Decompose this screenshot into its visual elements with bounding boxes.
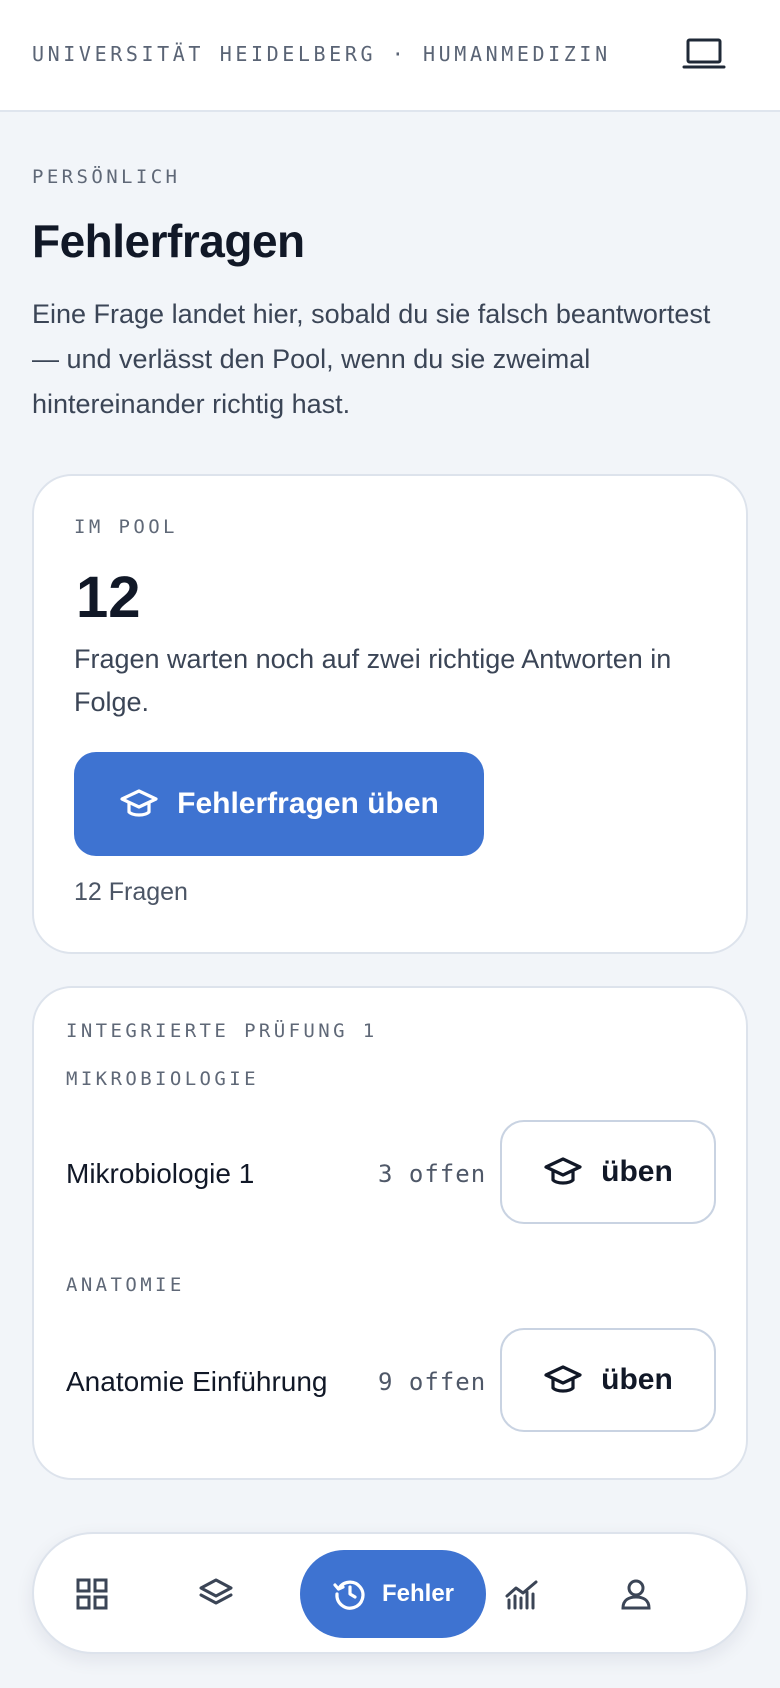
practice-mistakes-button[interactable]: Fehlerfragen üben [74,752,484,856]
nav-layers[interactable] [184,1562,248,1626]
pool-count: 12 [76,565,141,630]
practice-topic-button[interactable]: üben [500,1328,716,1432]
subject-heading-anatomie: ANATOMIE [66,1274,185,1296]
graduation-cap-icon [120,789,158,817]
exam-label: INTEGRIERTE PRÜFUNG 1 [66,1020,378,1042]
graduation-cap-icon [544,1365,582,1393]
pool-description: Fragen warten noch auf zwei richtige Ant… [74,644,672,717]
page-eyebrow: PERSÖNLICH [32,166,181,188]
app-brand: UNIVERSITÄT HEIDELBERG · HUMANMEDIZIN [32,42,611,66]
bottom-nav: Fehler [32,1532,748,1654]
nav-statistics[interactable] [490,1562,554,1626]
graduation-cap-icon [544,1157,582,1185]
nav-profile[interactable] [604,1562,668,1626]
chart-icon [505,1580,538,1610]
open-count: 9 offen [378,1368,487,1396]
laptop-icon[interactable] [682,36,726,72]
topic-name: Anatomie Einführung [66,1366,328,1397]
layers-icon [199,1578,233,1605]
practice-topic-label: üben [601,1363,673,1396]
practice-mistakes-label: Fehlerfragen üben [177,787,439,820]
nav-mistakes-label: Fehler [381,1580,455,1607]
subject-heading-mikrobiologie: MIKROBIOLOGIE [66,1068,259,1090]
open-count: 3 offen [378,1160,487,1188]
nav-mistakes[interactable]: Fehler [300,1550,486,1638]
top-bar: UNIVERSITÄT HEIDELBERG · HUMANMEDIZIN [0,0,780,112]
practice-topic-button[interactable]: üben [500,1120,716,1224]
nav-dashboard[interactable] [60,1562,124,1626]
history-icon [333,1580,365,1610]
pool-question-count: 12 Fragen [74,878,188,906]
user-icon [621,1579,651,1610]
topic-name: Mikrobiologie 1 [66,1158,255,1189]
grid-icon [76,1578,108,1610]
exam-card: INTEGRIERTE PRÜFUNG 1 MIKROBIOLOGIE Mikr… [32,986,748,1480]
practice-topic-label: üben [601,1155,673,1188]
page-title: Fehlerfragen [32,215,305,267]
page-intro: Eine Frage landet hier, sobald du sie fa… [32,299,711,419]
pool-label: IM POOL [74,516,178,538]
pool-card: IM POOL 12 Fragen warten noch auf zwei r… [32,474,748,954]
